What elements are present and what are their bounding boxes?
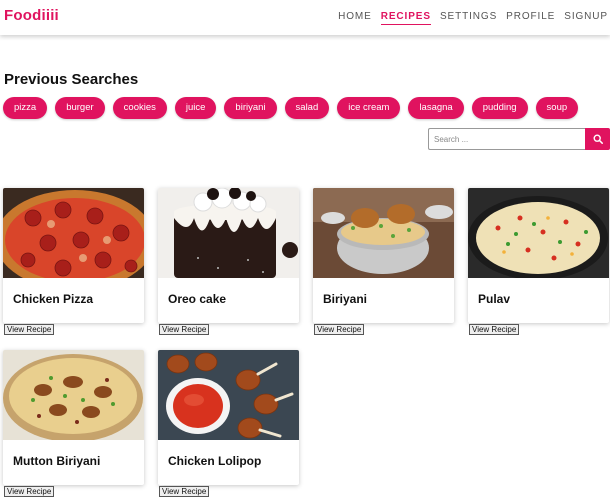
nav-settings[interactable]: SETTINGS [440, 11, 497, 25]
search-input[interactable] [428, 128, 585, 150]
search-button[interactable] [585, 128, 610, 150]
recipe-image [3, 188, 144, 278]
logo-text-suffix: iiii [41, 7, 59, 24]
top-navbar: Foodiiii HOME RECIPES SETTINGS PROFILE S… [0, 0, 610, 35]
view-recipe-button[interactable]: View Recipe [4, 486, 55, 497]
recipe-title: Chicken Pizza [13, 292, 94, 306]
recipe-image [3, 350, 144, 440]
search-chip[interactable]: juice [174, 97, 217, 119]
view-recipe-button[interactable]: View Recipe [4, 324, 55, 335]
view-recipe-button[interactable]: View Recipe [469, 324, 520, 335]
search-chip[interactable]: cookies [112, 97, 167, 119]
logo-text-main: Food [4, 7, 42, 24]
recipe-image [158, 188, 299, 278]
nav-home[interactable]: HOME [338, 11, 372, 25]
previous-searches-title: Previous Searches [4, 71, 139, 88]
recipe-search [428, 128, 610, 150]
search-chip[interactable]: pizza [3, 97, 48, 119]
recipe-card[interactable]: Chicken Pizza [3, 188, 144, 323]
search-chip[interactable]: soup [535, 97, 579, 119]
recipe-image [313, 188, 454, 278]
search-chip[interactable]: salad [284, 97, 330, 119]
search-chip[interactable]: pudding [471, 97, 528, 119]
previous-searches-list: pizza burger cookies juice biriyani sala… [3, 97, 586, 119]
recipe-title: Chicken Lolipop [168, 454, 262, 468]
nav-recipes[interactable]: RECIPES [380, 11, 431, 25]
recipe-card[interactable]: Oreo cake [158, 188, 299, 323]
nav-signup[interactable]: SIGNUP [564, 11, 608, 25]
search-chip[interactable]: ice cream [337, 97, 401, 119]
search-chip[interactable]: burger [55, 97, 105, 119]
recipe-title: Oreo cake [168, 292, 227, 306]
nav-menu: HOME RECIPES SETTINGS PROFILE SIGNUP [329, 11, 608, 25]
view-recipe-button[interactable]: View Recipe [159, 324, 210, 335]
view-recipe-button[interactable]: View Recipe [159, 486, 210, 497]
recipe-card[interactable]: Chicken Lolipop [158, 350, 299, 485]
recipe-image [158, 350, 299, 440]
recipe-title: Biriyani [323, 292, 368, 306]
recipe-title: Mutton Biriyani [13, 454, 101, 468]
recipe-card[interactable]: Pulav [468, 188, 609, 323]
search-icon [592, 134, 603, 144]
view-recipe-button[interactable]: View Recipe [314, 324, 365, 335]
search-chip[interactable]: biriyani [224, 97, 277, 119]
recipe-card[interactable]: Biriyani [313, 188, 454, 323]
nav-profile[interactable]: PROFILE [506, 11, 555, 25]
search-chip[interactable]: lasagna [408, 97, 464, 119]
recipe-image [468, 188, 609, 278]
recipe-title: Pulav [478, 292, 511, 306]
recipe-card[interactable]: Mutton Biriyani [3, 350, 144, 485]
logo[interactable]: Foodiiii [4, 7, 59, 24]
